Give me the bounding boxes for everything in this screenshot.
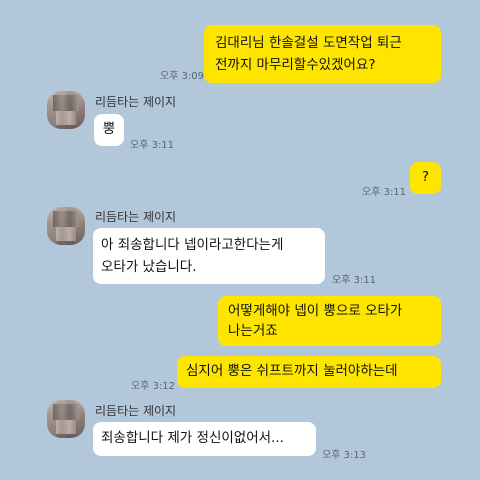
my-message-bubble[interactable]: 심지어 뿡은 쉬프트까지 눌러야하는데: [177, 356, 441, 388]
message-timestamp: 오후 3:11: [362, 187, 407, 198]
sender-name: 리듬타는 제이지: [95, 95, 177, 109]
their-message-bubble[interactable]: 아 죄송합니다 넵이라고한다는게 오타가 났습니다.: [93, 228, 325, 284]
sender-avatar[interactable]: [47, 91, 85, 129]
their-message-bubble[interactable]: 뿡: [94, 114, 124, 146]
my-message-bubble[interactable]: 김대리님 한솔걸설 도면작업 퇴근 전까지 마무리할수있겠어요?: [204, 25, 441, 83]
message-timestamp: 오후 3:13: [322, 450, 367, 461]
my-message-bubble[interactable]: 어떻게해야 넵이 뿡으로 오타가 나는거죠: [218, 296, 441, 346]
chat-room: 김대리님 한솔걸설 도면작업 퇴근 전까지 마무리할수있겠어요? 오후 3:09…: [0, 0, 480, 480]
their-message-bubble[interactable]: 죄송합니다 제가 정신이없어서...: [93, 422, 316, 456]
sender-name: 리듬타는 제이지: [95, 210, 177, 224]
my-message-bubble[interactable]: ?: [410, 162, 441, 194]
message-timestamp: 오후 3:11: [130, 140, 175, 151]
message-timestamp: 오후 3:11: [332, 275, 377, 286]
sender-name: 리듬타는 제이지: [95, 404, 177, 418]
message-timestamp: 오후 3:12: [131, 381, 176, 392]
message-timestamp: 오후 3:09: [160, 71, 205, 82]
sender-avatar[interactable]: [47, 207, 85, 245]
sender-avatar[interactable]: [47, 400, 85, 438]
